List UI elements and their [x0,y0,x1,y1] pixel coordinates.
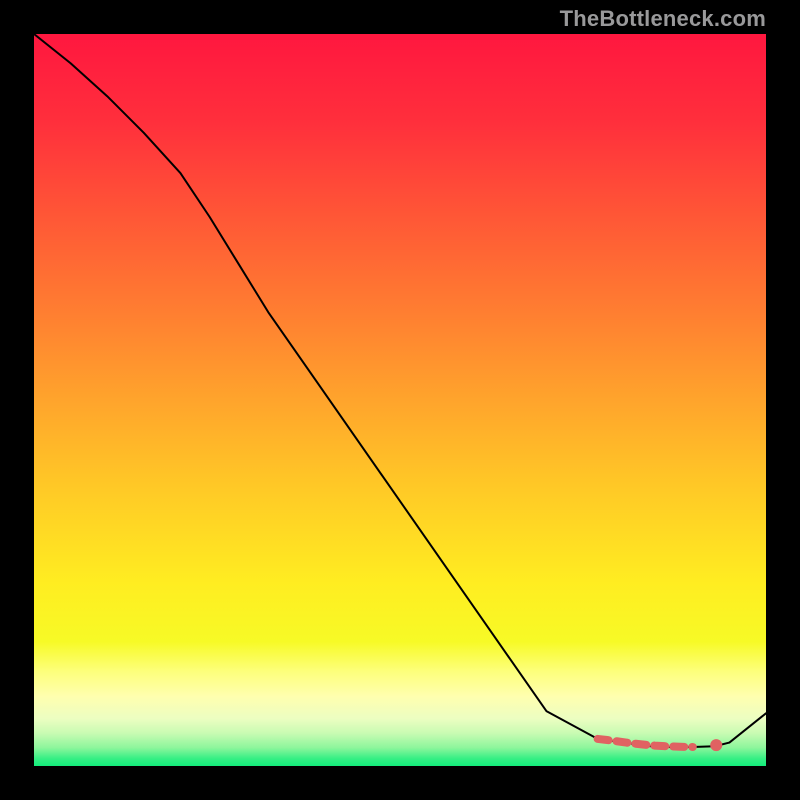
chart-svg [34,34,766,766]
chart-plot [34,34,766,766]
chart-frame: TheBottleneck.com [0,0,800,800]
valley-dot-marker [710,739,722,751]
watermark-text: TheBottleneck.com [560,6,766,32]
gradient-background [34,34,766,766]
